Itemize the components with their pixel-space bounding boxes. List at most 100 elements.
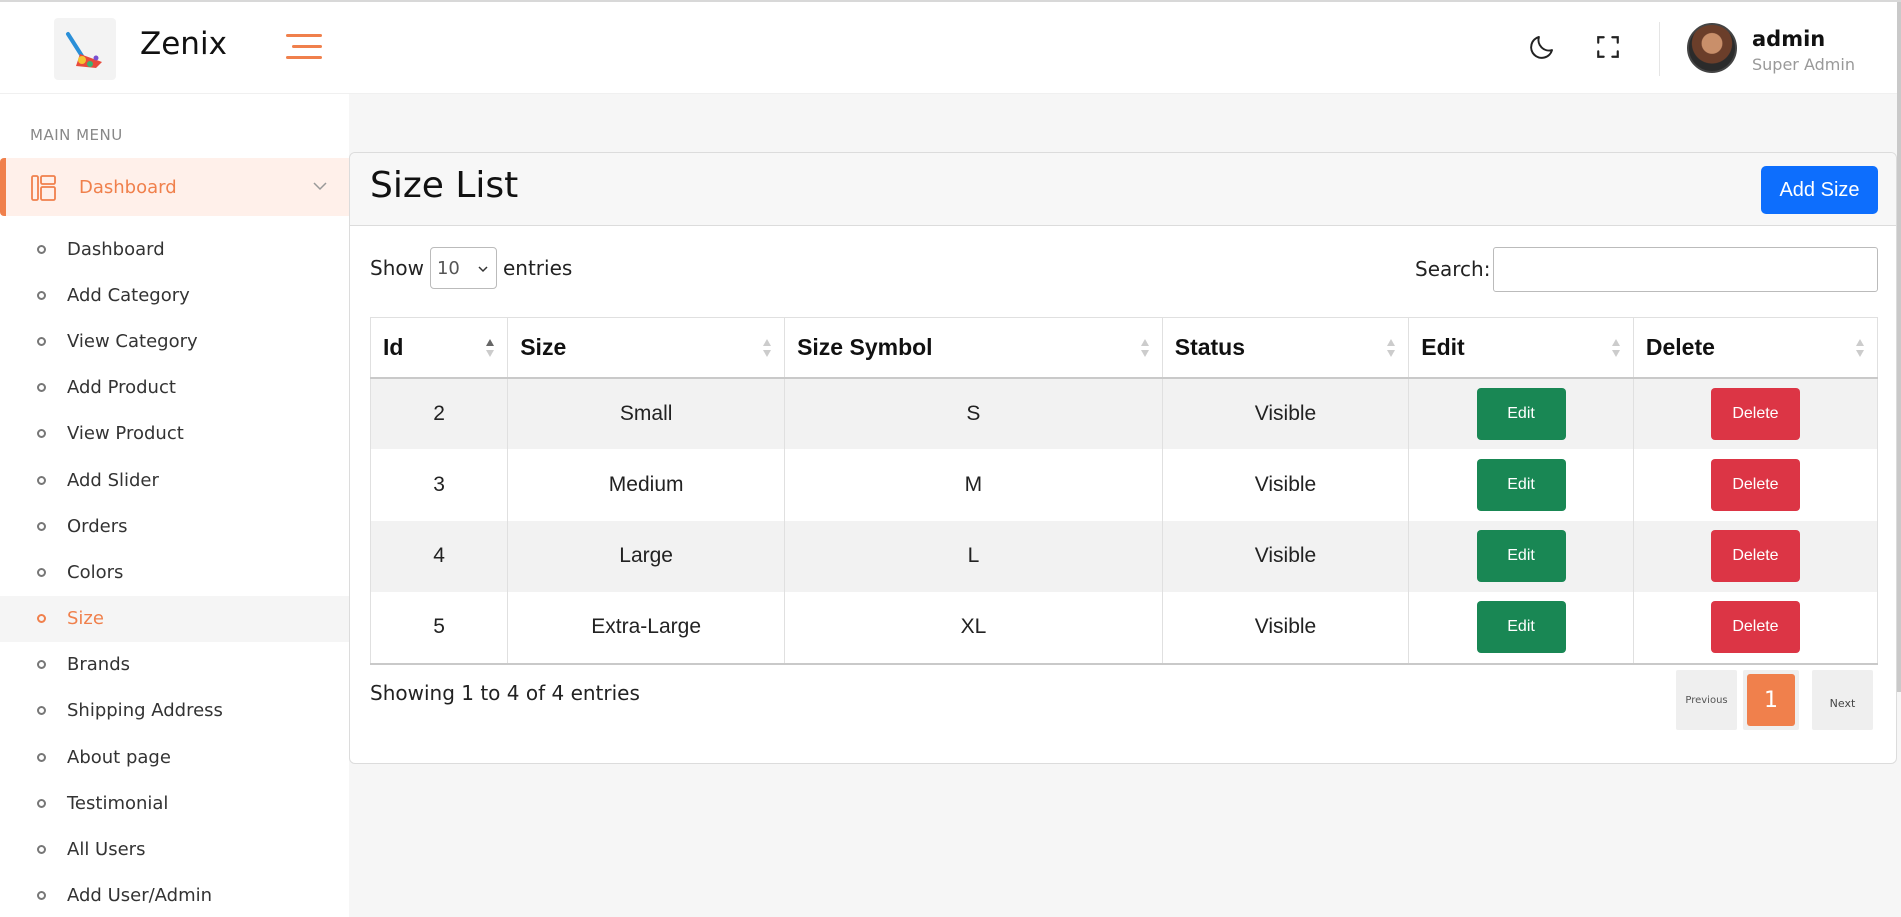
sidebar-item-add-user-admin[interactable]: Add User/Admin: [0, 873, 349, 917]
column-header-size-symbol[interactable]: Size Symbol: [784, 317, 1163, 379]
brand-name: Zenix: [140, 26, 227, 62]
pagination-current: 1: [1747, 674, 1795, 726]
table-body: 2 Small S Visible Edit Delete 3 Medium M Visible E…: [369, 377, 1879, 665]
sidebar-item-orders[interactable]: Orders: [0, 503, 349, 549]
table-row: 3 Medium M Visible Edit Delete: [369, 449, 1879, 521]
sidebar-item-label: About page: [67, 746, 171, 768]
search-label: Search:: [1415, 257, 1491, 281]
pagination-next[interactable]: Next: [1812, 670, 1873, 730]
logo-icon: [66, 32, 102, 68]
cell-status: Visible: [1161, 592, 1410, 665]
edit-button[interactable]: Edit: [1476, 601, 1566, 654]
column-header-size[interactable]: Size: [507, 317, 786, 379]
cell-status: Visible: [1161, 449, 1410, 521]
sidebar-item-dashboard-group[interactable]: Dashboard: [0, 158, 349, 216]
sort-icon: [1611, 339, 1620, 357]
sidebar-item-colors[interactable]: Colors: [0, 549, 349, 595]
table-row: 5 Extra-Large XL Visible Edit Delete: [369, 592, 1879, 665]
sidebar-item-shipping-address[interactable]: Shipping Address: [0, 688, 349, 734]
sidebar-item-about-page[interactable]: About page: [0, 734, 349, 780]
edit-button[interactable]: Edit: [1476, 458, 1566, 511]
cell-symbol: M: [784, 449, 1163, 521]
sidebar-item-add-category[interactable]: Add Category: [0, 272, 349, 318]
cell-edit: Edit: [1408, 377, 1634, 449]
bullet-icon: [37, 891, 46, 901]
entries-select[interactable]: 10: [429, 247, 497, 289]
menu-section-label: MAIN MENU: [30, 126, 123, 144]
bullet-icon: [37, 798, 46, 808]
sidebar-item-all-users[interactable]: All Users: [0, 826, 349, 872]
cell-delete: Delete: [1632, 520, 1879, 592]
sidebar-item-brands[interactable]: Brands: [0, 642, 349, 688]
pagination-page-1[interactable]: 1: [1743, 670, 1799, 730]
column-header-label: Edit: [1421, 333, 1465, 360]
scrollbar[interactable]: [1897, 2, 1901, 692]
cell-symbol: S: [784, 377, 1163, 449]
bullet-icon: [37, 290, 46, 300]
dashboard-layout-icon: [31, 175, 56, 201]
hamburger-icon[interactable]: [286, 32, 322, 62]
sidebar-item-label: Shipping Address: [67, 700, 223, 722]
sidebar-item-label: Add Product: [67, 377, 176, 399]
entries-select-value: 10: [436, 257, 460, 279]
sidebar-item-add-slider[interactable]: Add Slider: [0, 457, 349, 503]
top-header: Zenix admin Super Admin: [0, 0, 1901, 692]
sidebar-item-add-product[interactable]: Add Product: [0, 365, 349, 411]
delete-button[interactable]: Delete: [1710, 387, 1800, 440]
sidebar-main-label: Dashboard: [79, 176, 177, 198]
cell-delete: Delete: [1632, 377, 1879, 449]
cell-edit: Edit: [1408, 520, 1634, 592]
edit-button[interactable]: Edit: [1476, 530, 1566, 583]
bullet-icon: [37, 660, 46, 670]
search-input[interactable]: [1493, 247, 1878, 292]
fullscreen-icon[interactable]: [1591, 30, 1625, 64]
column-header-status[interactable]: Status: [1161, 317, 1410, 379]
sidebar-item-dashboard[interactable]: Dashboard: [0, 226, 349, 272]
sort-icon: [1387, 339, 1396, 357]
cell-status: Visible: [1161, 520, 1410, 592]
bullet-icon: [37, 383, 46, 393]
header-divider: [1659, 22, 1660, 76]
sidebar-item-label: Size: [67, 608, 104, 630]
cell-id: 2: [369, 377, 509, 449]
cell-symbol: XL: [784, 592, 1163, 665]
sidebar-item-view-product[interactable]: View Product: [0, 411, 349, 457]
cell-edit: Edit: [1408, 592, 1634, 665]
cell-size: Medium: [507, 449, 786, 521]
bullet-icon: [37, 752, 46, 762]
bullet-icon: [37, 475, 46, 485]
sort-icon: [486, 339, 495, 357]
brand-logo[interactable]: [54, 18, 116, 80]
edit-button[interactable]: Edit: [1476, 387, 1566, 440]
column-header-edit[interactable]: Edit: [1408, 317, 1634, 379]
sidebar-item-label: Colors: [67, 561, 124, 583]
show-label: Show: [370, 256, 424, 280]
size-list-card: Size List Add Size Show 10 entries Searc…: [349, 152, 1897, 764]
add-size-button[interactable]: Add Size: [1761, 166, 1878, 214]
sort-icon: [1856, 339, 1864, 357]
avatar[interactable]: [1687, 23, 1737, 73]
bullet-icon: [37, 706, 46, 716]
column-header-delete[interactable]: Delete: [1632, 317, 1879, 379]
entries-length-control: Show 10 entries: [370, 247, 572, 289]
sidebar-item-label: All Users: [67, 839, 146, 861]
cell-delete: Delete: [1632, 449, 1879, 521]
cell-delete: Delete: [1632, 592, 1879, 665]
delete-button[interactable]: Delete: [1710, 458, 1800, 511]
table-header-row: Id Size Size Symbol Status Edit Delete: [369, 317, 1879, 379]
sidebar-item-size[interactable]: Size: [0, 595, 349, 642]
delete-button[interactable]: Delete: [1710, 530, 1800, 583]
pagination-previous[interactable]: Previous: [1676, 670, 1737, 730]
delete-button[interactable]: Delete: [1710, 601, 1800, 654]
moon-icon[interactable]: [1525, 30, 1559, 64]
sidebar-item-view-category[interactable]: View Category: [0, 318, 349, 364]
cell-symbol: L: [784, 520, 1163, 592]
cell-status: Visible: [1161, 377, 1410, 449]
cell-edit: Edit: [1408, 449, 1634, 521]
sidebar-item-testimonial[interactable]: Testimonial: [0, 780, 349, 826]
entries-label: entries: [502, 256, 573, 280]
sidebar-item-label: Dashboard: [67, 238, 165, 260]
cell-id: 4: [369, 520, 509, 592]
column-header-label: Delete: [1645, 333, 1715, 360]
column-header-id[interactable]: Id: [369, 317, 509, 379]
